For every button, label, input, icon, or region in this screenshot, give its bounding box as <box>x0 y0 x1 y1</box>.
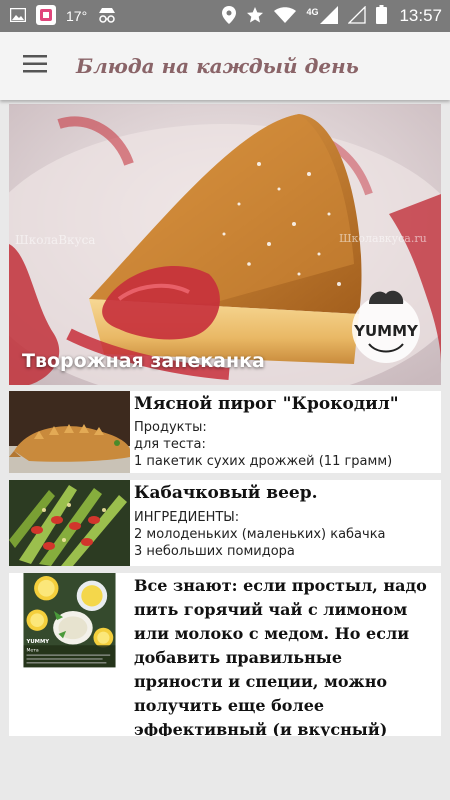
recipe-card-body: Кабачковый веер. ИНГРЕДИЕНТЫ: 2 молодень… <box>130 480 392 566</box>
battery-icon <box>376 5 388 27</box>
thumb-caption: Мета <box>27 647 39 653</box>
app-title: Блюда на каждый день <box>76 54 359 78</box>
thumb-logo: YUMMY <box>26 639 50 645</box>
recipe-title: Мясной пирог "Крокодил" <box>134 394 399 414</box>
featured-recipe-title: Творожная запеканка <box>22 350 265 372</box>
location-icon <box>222 5 237 27</box>
crocodile-pie-thumbnail <box>9 391 130 473</box>
zucchini-fan-thumbnail <box>9 480 130 566</box>
star-icon <box>246 6 264 27</box>
network-type: 4G <box>306 7 319 17</box>
recipe-line: ИНГРЕДИЕНТЫ: <box>134 510 240 525</box>
featured-recipe-card[interactable]: ШколаВкуса Школавкуса.ru YUMMY Творожная… <box>9 104 441 385</box>
incognito-icon <box>97 7 117 26</box>
recipe-card-hot-tea[interactable]: Мета YUMMY Все знают: если простыл, надо… <box>9 573 441 736</box>
app-notification-icon <box>36 4 56 28</box>
recipe-line: для теста: <box>134 437 206 452</box>
signal-icon <box>320 5 339 27</box>
status-bar: 17° 4G 13:57 <box>0 0 450 32</box>
recipe-line: 2 молоденьких (маленьких) кабачка <box>134 527 386 542</box>
recipe-line: 1 пакетик сухих дрожжей (11 грамм) <box>134 454 393 469</box>
wifi-icon <box>274 6 297 26</box>
recipe-line: Продукты: <box>134 420 207 435</box>
app-bar: Блюда на каждый день <box>0 32 450 100</box>
svg-text:YUMMY: YUMMY <box>353 322 419 340</box>
recipe-feed: ШколаВкуса Школавкуса.ru YUMMY Творожная… <box>9 104 441 736</box>
recipe-description: Все знают: если простыл, надо пить горяч… <box>134 576 427 736</box>
signal-empty-icon <box>347 4 367 27</box>
recipe-line: 3 небольших помидора <box>134 544 295 559</box>
weather-temperature: 17° <box>66 8 88 24</box>
recipe-card-body: Все знают: если простыл, надо пить горяч… <box>130 573 441 736</box>
recipe-card-body: Мясной пирог "Крокодил" Продукты: для те… <box>130 391 405 473</box>
gallery-icon <box>9 7 27 25</box>
recipe-title: Кабачковый веер. <box>134 483 318 503</box>
casserole-photo: ШколаВкуса Школавкуса.ru YUMMY <box>9 104 441 385</box>
recipe-card-crocodile-pie[interactable]: Мясной пирог "Крокодил" Продукты: для те… <box>9 391 441 473</box>
watermark-right: Школавкуса.ru <box>339 232 427 245</box>
recipe-card-zucchini-fan[interactable]: Кабачковый веер. ИНГРЕДИЕНТЫ: 2 молодень… <box>9 480 441 566</box>
clock: 13:57 <box>399 6 442 25</box>
tea-lemon-thumbnail: Мета YUMMY <box>23 573 116 668</box>
hamburger-icon <box>23 55 47 77</box>
watermark-left: ШколаВкуса <box>15 233 95 247</box>
menu-button[interactable] <box>0 32 70 100</box>
